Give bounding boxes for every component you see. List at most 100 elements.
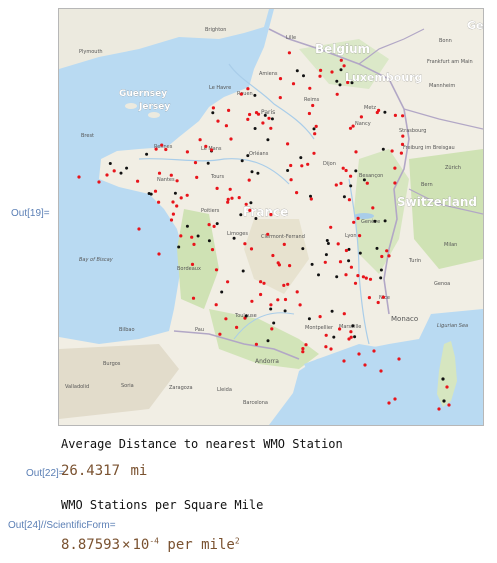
- wmo-station-marker: [266, 138, 270, 142]
- wmo-station-marker: [349, 184, 353, 188]
- geneva-label: Genève: [361, 218, 380, 225]
- wmo-station-marker: [185, 224, 189, 228]
- location-marker: [323, 260, 327, 264]
- base: 10: [132, 537, 150, 553]
- wmo-station-marker: [383, 110, 387, 114]
- turin-label: Turin: [408, 258, 421, 264]
- location-marker: [190, 262, 195, 266]
- location-marker: [228, 187, 232, 191]
- location-marker: [212, 224, 216, 228]
- location-marker: [283, 297, 288, 302]
- wmo-station-marker: [379, 268, 383, 272]
- wmo-station-marker: [125, 166, 129, 170]
- location-marker: [244, 202, 248, 206]
- location-marker: [276, 298, 280, 302]
- location-marker: [153, 189, 158, 193]
- location-marker: [393, 113, 397, 117]
- location-marker: [210, 148, 214, 152]
- location-marker: [344, 168, 348, 173]
- location-marker: [329, 347, 333, 351]
- out19-label: Out[19]=: [11, 208, 50, 219]
- location-marker: [318, 74, 322, 78]
- wmo-station-marker: [145, 152, 149, 156]
- location-marker: [246, 87, 250, 91]
- wmo-station-marker: [325, 239, 329, 242]
- location-marker: [338, 327, 342, 331]
- monaco-label: Monaco: [391, 315, 418, 323]
- avg-distance-heading: Average Distance to nearest WMO Station: [61, 437, 343, 451]
- dijon-label: Dijon: [323, 161, 336, 167]
- location-marker: [377, 108, 381, 112]
- wmo-station-marker: [239, 213, 243, 217]
- milan-label: Milan: [444, 242, 457, 248]
- location-marker: [387, 254, 391, 258]
- location-marker: [169, 218, 174, 222]
- location-marker: [97, 180, 101, 184]
- wmo-station-marker: [253, 93, 257, 97]
- wmo-station-marker: [272, 321, 276, 325]
- location-marker: [313, 132, 317, 136]
- wmo-station-marker: [283, 309, 287, 313]
- guernsey-label: Guernsey: [119, 89, 167, 99]
- lleida-label: Lleida: [217, 387, 232, 393]
- location-marker: [308, 86, 312, 90]
- location-marker: [437, 407, 441, 411]
- location-marker: [224, 317, 228, 321]
- le-havre-label: Le Havre: [209, 85, 231, 91]
- wmo-station-marker: [173, 191, 177, 195]
- location-marker: [342, 312, 346, 316]
- location-marker: [381, 295, 385, 299]
- location-marker: [175, 204, 179, 208]
- wmo-station-marker: [177, 245, 181, 249]
- avg-distance-value: 26.4317: [61, 463, 121, 479]
- location-marker: [351, 124, 355, 128]
- montpellier-label: Montpellier: [305, 325, 334, 331]
- zurich-label: Zürich: [445, 165, 461, 171]
- location-marker: [334, 183, 338, 187]
- wmo-station-marker: [108, 162, 112, 165]
- wmo-station-marker: [232, 236, 236, 240]
- location-marker: [218, 332, 222, 336]
- location-marker: [300, 164, 304, 168]
- location-marker: [335, 92, 339, 96]
- wmo-station-marker: [339, 68, 343, 72]
- location-marker: [330, 70, 334, 74]
- bonn-label: Bonn: [439, 38, 452, 44]
- location-marker: [226, 280, 230, 284]
- location-marker: [270, 327, 274, 331]
- location-marker: [254, 342, 258, 346]
- wmo-station-marker: [332, 335, 336, 339]
- location-marker: [400, 142, 405, 146]
- location-marker: [287, 51, 291, 55]
- wmo-station-marker: [286, 169, 290, 172]
- location-marker: [376, 300, 380, 305]
- wmo-station-marker: [309, 194, 312, 198]
- location-marker: [229, 137, 233, 141]
- location-marker: [278, 96, 282, 100]
- wmo-station-marker: [373, 219, 377, 223]
- pau-label: Pau: [195, 327, 204, 333]
- location-marker: [226, 200, 230, 204]
- wmo-station-marker: [301, 247, 305, 251]
- belgium-label: Belgium: [315, 42, 370, 56]
- location-marker: [291, 82, 296, 86]
- guernsey-land: [125, 103, 137, 109]
- location-marker: [393, 166, 397, 170]
- wmo-station-marker: [254, 217, 258, 220]
- location-marker: [349, 330, 353, 334]
- wmo-station-marker: [295, 69, 299, 73]
- barcelona-label: Barcelona: [243, 400, 268, 406]
- location-marker: [339, 58, 343, 62]
- location-marker: [193, 161, 198, 165]
- map-output[interactable]: Belgium Luxembourg France Switzerland Gu…: [58, 8, 484, 426]
- out22-label: Out[22]=: [26, 468, 65, 479]
- location-marker: [254, 111, 259, 115]
- location-marker: [191, 296, 196, 300]
- location-marker: [357, 352, 361, 356]
- location-marker: [349, 265, 353, 269]
- wmo-station-marker: [312, 127, 316, 131]
- location-marker: [356, 274, 360, 278]
- location-marker: [261, 121, 265, 125]
- besancon-label: Besançon: [359, 173, 383, 179]
- location-marker: [393, 181, 397, 185]
